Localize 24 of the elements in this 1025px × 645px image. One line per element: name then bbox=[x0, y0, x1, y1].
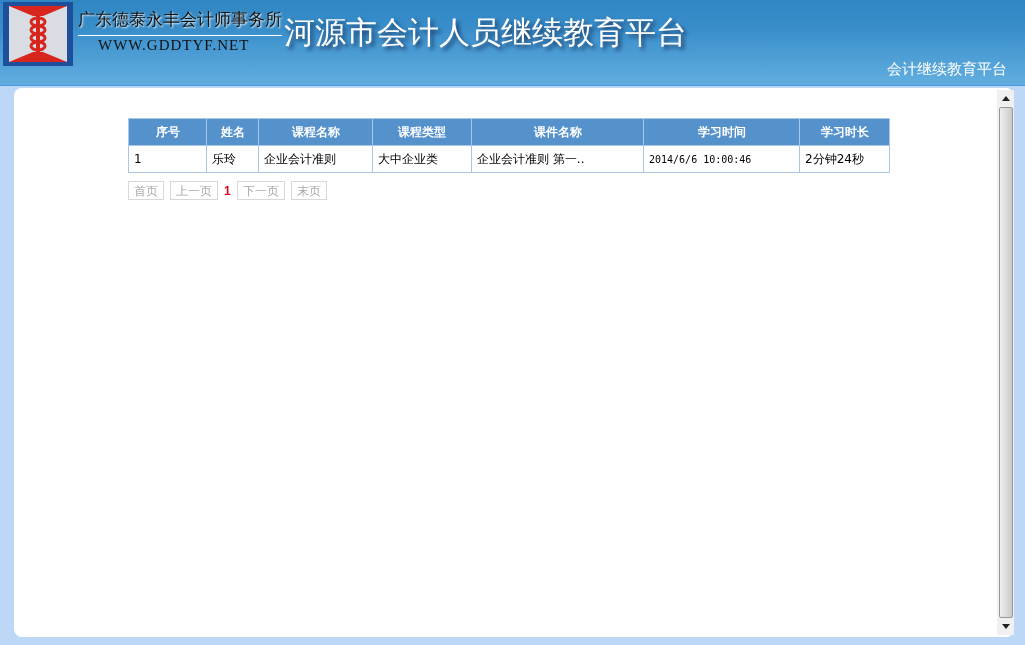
scroll-thumb[interactable] bbox=[998, 107, 1013, 618]
table-cell: 企业会计准则 第一.. bbox=[471, 145, 644, 173]
column-header: 课程名称 bbox=[258, 118, 373, 146]
column-header: 姓名 bbox=[206, 118, 259, 146]
column-header: 序号 bbox=[128, 118, 207, 146]
column-header: 学习时间 bbox=[643, 118, 800, 146]
website-address: WWW.GDDTYF.NET bbox=[97, 37, 251, 54]
site-subtitle: 会计继续教育平台 bbox=[887, 60, 1007, 79]
table-cell: 乐玲 bbox=[206, 145, 259, 173]
logo-icon bbox=[3, 2, 73, 66]
company-name: 广东德泰永丰会计师事务所 bbox=[78, 8, 282, 36]
scroll-up-icon[interactable] bbox=[1001, 96, 1010, 101]
column-header: 课程类型 bbox=[372, 118, 472, 146]
site-title: 河源市会计人员继续教育平台 bbox=[284, 14, 687, 52]
table-cell: 大中企业类 bbox=[372, 145, 472, 173]
scrollbar[interactable] bbox=[997, 90, 1014, 635]
scroll-down-icon[interactable] bbox=[1001, 624, 1010, 629]
table-cell: 1 bbox=[128, 145, 207, 173]
column-header: 课件名称 bbox=[471, 118, 644, 146]
table-cell: 2014/6/6 10:00:46 bbox=[643, 145, 800, 173]
table-cell: 2分钟24秒 bbox=[799, 145, 890, 173]
table-cell: 企业会计准则 bbox=[258, 145, 373, 173]
column-header: 学习时长 bbox=[799, 118, 890, 146]
current-page: 1 bbox=[224, 183, 231, 198]
